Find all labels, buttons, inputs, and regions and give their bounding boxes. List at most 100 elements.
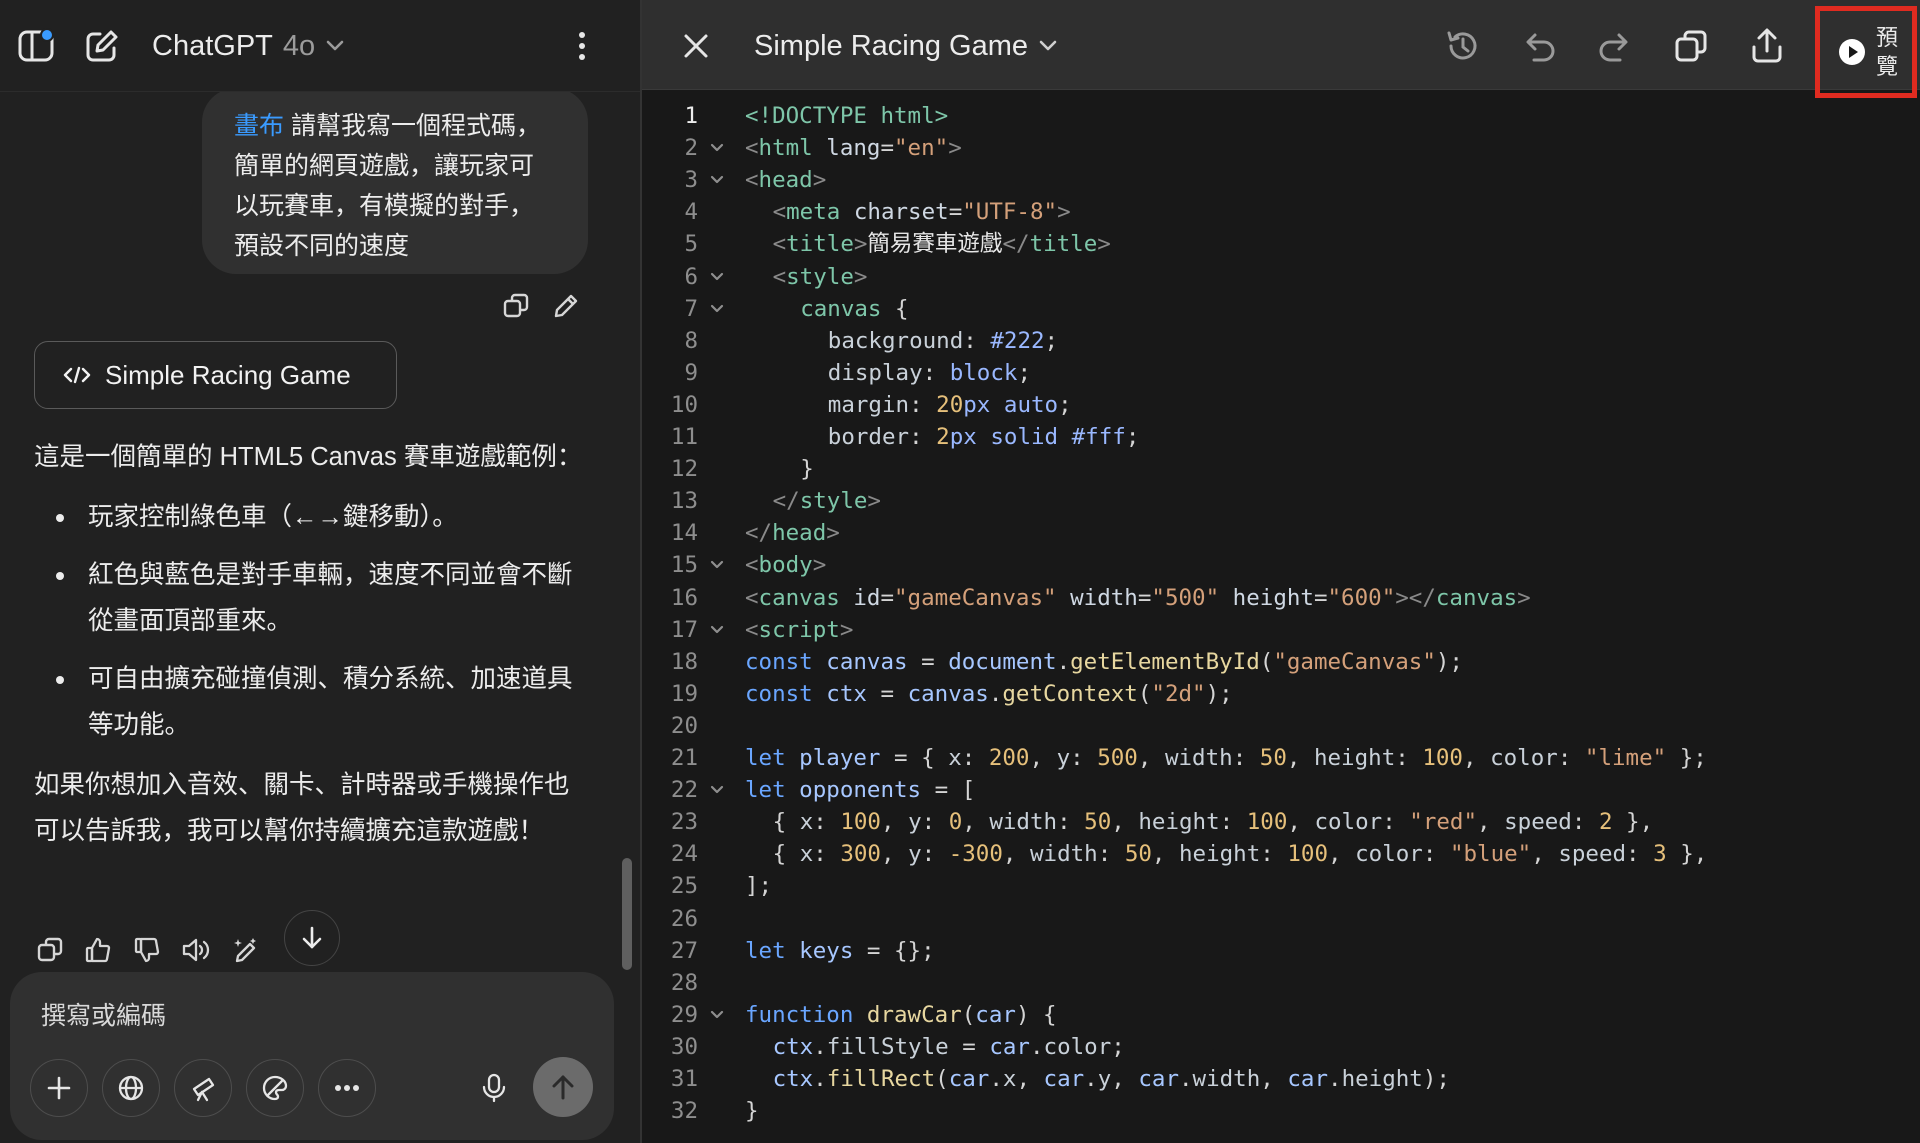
code-line[interactable]: 2 <html lang="en"> (642, 132, 1920, 164)
scroll-to-bottom-button[interactable] (284, 910, 340, 966)
code-line[interactable]: 12} (642, 453, 1920, 485)
code-line[interactable]: 26 (642, 903, 1920, 935)
fold-toggle[interactable] (706, 261, 728, 293)
add-attachment-button[interactable] (30, 1059, 88, 1117)
vertical-dots-icon (579, 32, 585, 60)
line-number: 23 (670, 809, 698, 836)
thumbs-down-button[interactable] (127, 930, 167, 970)
copy-message-button[interactable] (496, 286, 536, 326)
fold-toggle[interactable] (706, 999, 728, 1031)
arrow-down-icon (302, 926, 322, 949)
code-line[interactable]: 10 margin: 20px auto; (642, 389, 1920, 421)
code-text: } (745, 1098, 759, 1125)
code-line[interactable]: 1 <!DOCTYPE html> (642, 100, 1920, 132)
code-line[interactable]: 9 display: block; (642, 357, 1920, 389)
chevron-down-icon (710, 785, 724, 794)
code-line[interactable]: 8 background: #222; (642, 325, 1920, 357)
code-line[interactable]: 16 <canvas id="gameCanvas" width="500" he… (642, 582, 1920, 614)
model-name: ChatGPT (152, 29, 273, 62)
code-line[interactable]: 17 <script> (642, 614, 1920, 646)
copy-response-button[interactable] (30, 930, 70, 970)
code-text: <body> (745, 552, 827, 579)
copy-code-button[interactable] (1666, 22, 1716, 70)
line-number: 21 (670, 745, 698, 771)
more-options-button[interactable] (560, 24, 604, 68)
code-line[interactable]: 7 canvas { (642, 293, 1920, 325)
read-aloud-button[interactable] (176, 930, 216, 970)
fold-toggle[interactable] (706, 614, 728, 646)
code-line[interactable]: 14 </head> (642, 517, 1920, 549)
code-line[interactable]: 30 ctx.fillStyle = car.color; (642, 1031, 1920, 1063)
deep-research-button[interactable] (174, 1059, 232, 1117)
code-line[interactable]: 18 const canvas = document.getElementById… (642, 646, 1920, 678)
code-line[interactable]: 21 let player = { x: 200, y: 500, width: … (642, 742, 1920, 774)
code-line[interactable]: 22 let opponents = [ (642, 774, 1920, 806)
more-tools-button[interactable] (318, 1059, 376, 1117)
code-line[interactable]: 4 <meta charset="UTF-8"> (642, 196, 1920, 228)
redo-button[interactable] (1590, 22, 1640, 70)
line-number: 28 (670, 969, 698, 996)
line-number: 16 (670, 584, 698, 611)
code-line[interactable]: 11 border: 2px solid #fff; (642, 421, 1920, 453)
telescope-icon (192, 1077, 215, 1102)
canvas-document-card[interactable]: Simple Racing Game (34, 341, 397, 409)
code-text: ctx.fillStyle = car.color; (772, 1033, 1125, 1060)
share-button[interactable] (1742, 22, 1792, 70)
code-line[interactable]: 6 <style> (642, 261, 1920, 293)
fold-toggle[interactable] (706, 164, 728, 196)
fold-toggle[interactable] (706, 549, 728, 581)
code-line[interactable]: 31 ctx.fillRect(car.x, car.y, car.width, … (642, 1063, 1920, 1095)
chevron-down-icon (326, 40, 344, 51)
code-line[interactable]: 32} (642, 1095, 1920, 1127)
code-line[interactable]: 24 { x: 300, y: -300, width: 50, height: … (642, 838, 1920, 870)
undo-button[interactable] (1514, 22, 1564, 70)
code-line[interactable]: 13 </style> (642, 485, 1920, 517)
code-line[interactable]: 28 (642, 967, 1920, 999)
code-line[interactable]: 27 let keys = {}; (642, 935, 1920, 967)
canvas-tag[interactable]: 畫布 (234, 112, 284, 140)
canvas-title-dropdown[interactable]: Simple Racing Game (754, 26, 1058, 66)
edit-message-button[interactable] (546, 286, 586, 326)
code-text: </head> (745, 520, 840, 547)
sidebar-toggle-button[interactable] (14, 24, 58, 68)
pencil-icon (554, 294, 578, 318)
assistant-intro: 這是一個簡單的 HTML5 Canvas 賽車遊戲範例： (34, 443, 583, 471)
voice-input-button[interactable] (465, 1059, 523, 1117)
create-image-button[interactable] (246, 1059, 304, 1117)
model-selector[interactable]: ChatGPT 4o (152, 26, 345, 66)
fold-toggle[interactable] (706, 293, 728, 325)
list-item: 可自由擴充碰撞偵測、積分系統、加速道具等功能。 (34, 656, 594, 748)
preview-label: 預覽 (1876, 25, 1899, 79)
user-message-line: 簡單的網頁遊戲，讓玩家可 (234, 152, 535, 180)
fold-toggle[interactable] (706, 132, 728, 164)
send-button[interactable] (533, 1057, 593, 1117)
share-icon (1752, 28, 1782, 63)
code-line[interactable]: 19 const ctx = canvas.getContext("2d"); (642, 678, 1920, 710)
chat-scrollbar[interactable] (622, 858, 632, 970)
code-line[interactable]: 15 <body> (642, 549, 1920, 581)
line-number: 20 (670, 712, 698, 739)
web-search-button[interactable] (102, 1059, 160, 1117)
code-line[interactable]: 5 <title>簡易賽車遊戲</title> (642, 228, 1920, 260)
new-chat-button[interactable] (80, 24, 124, 68)
message-input[interactable] (41, 994, 581, 1038)
code-line[interactable]: 29 function drawCar(car) { (642, 999, 1920, 1031)
line-number: 4 (684, 199, 698, 226)
line-number: 19 (670, 680, 698, 707)
preview-button[interactable]: 預覽 (1815, 6, 1917, 98)
line-number: 11 (670, 424, 698, 450)
close-canvas-button[interactable] (674, 24, 718, 68)
code-editor[interactable]: 1 <!DOCTYPE html> 2 <html lang="en"> 3 <head>… (642, 100, 1920, 1143)
canvas-header: Simple Racing Game 預覽 (642, 0, 1920, 98)
code-line[interactable]: 20 (642, 710, 1920, 742)
fold-toggle[interactable] (706, 774, 728, 806)
code-line[interactable]: 23 { x: 100, y: 0, width: 50, height: 100… (642, 806, 1920, 838)
line-number: 27 (670, 937, 698, 964)
code-line[interactable]: 25]; (642, 870, 1920, 902)
edit-in-canvas-button[interactable] (226, 930, 266, 970)
version-history-button[interactable] (1438, 22, 1488, 70)
line-number: 8 (684, 327, 698, 354)
thumbs-up-button[interactable] (78, 930, 118, 970)
assistant-message: 這是一個簡單的 HTML5 Canvas 賽車遊戲範例： 玩家控制綠色車（←→鍵… (34, 434, 594, 868)
code-line[interactable]: 3 <head> (642, 164, 1920, 196)
